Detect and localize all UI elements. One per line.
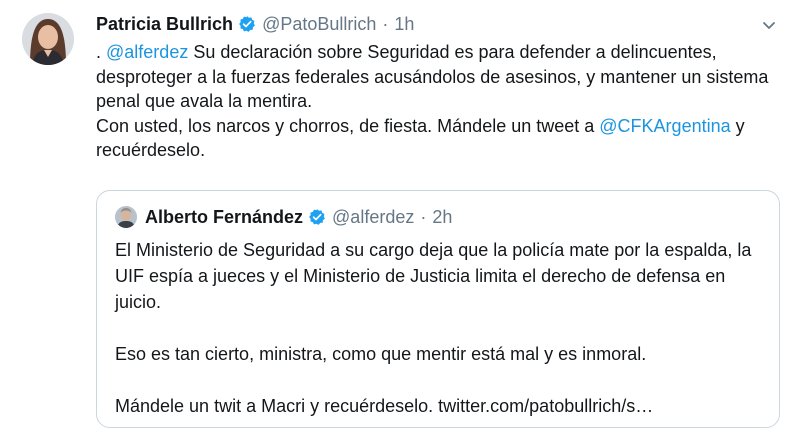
author-name[interactable]: Patricia Bullrich xyxy=(96,14,233,35)
quoted-tweet-header: Alberto Fernández @alferdez · 2h xyxy=(115,205,452,229)
quoted-tweet-text: El Ministerio de Seguridad a su cargo de… xyxy=(115,237,755,419)
quoted-tweet-timestamp[interactable]: 2h xyxy=(432,207,452,228)
quoted-paragraph: El Ministerio de Seguridad a su cargo de… xyxy=(115,240,752,312)
verified-badge-icon xyxy=(238,15,256,33)
quoted-author-name[interactable]: Alberto Fernández xyxy=(145,207,303,228)
tweet: Patricia Bullrich @PatoBullrich · 1h . @… xyxy=(0,0,800,440)
text-line-2: Con usted, los narcos y chorros, de fies… xyxy=(96,115,600,136)
tweet-header: Patricia Bullrich @PatoBullrich · 1h xyxy=(96,13,414,35)
tweet-timestamp[interactable]: 1h xyxy=(394,14,414,35)
quoted-paragraph: Eso es tan cierto, ministra, como que me… xyxy=(115,344,647,364)
text-prefix: . xyxy=(96,42,107,62)
mention-link[interactable]: @alferdez xyxy=(106,42,188,62)
tweet-text: . @alferdez Su declaración sobre Segurid… xyxy=(96,40,786,163)
quoted-tweet[interactable]: Alberto Fernández @alferdez · 2h El Mini… xyxy=(96,190,780,428)
author-avatar[interactable] xyxy=(22,13,74,65)
text-body: Su declaración sobre Seguridad es para d… xyxy=(96,42,769,111)
quoted-author-handle[interactable]: @alferdez xyxy=(332,207,414,228)
quoted-author-avatar[interactable] xyxy=(115,206,137,228)
quoted-paragraph: Mándele un twit a Macri y recuérdeselo. … xyxy=(115,396,654,416)
verified-badge-icon xyxy=(308,208,326,226)
author-handle[interactable]: @PatoBullrich xyxy=(262,14,376,35)
chevron-down-icon[interactable] xyxy=(758,14,780,36)
header-separator: · xyxy=(420,206,427,227)
header-separator: · xyxy=(382,13,389,34)
mention-link[interactable]: @CFKArgentina xyxy=(599,116,730,136)
